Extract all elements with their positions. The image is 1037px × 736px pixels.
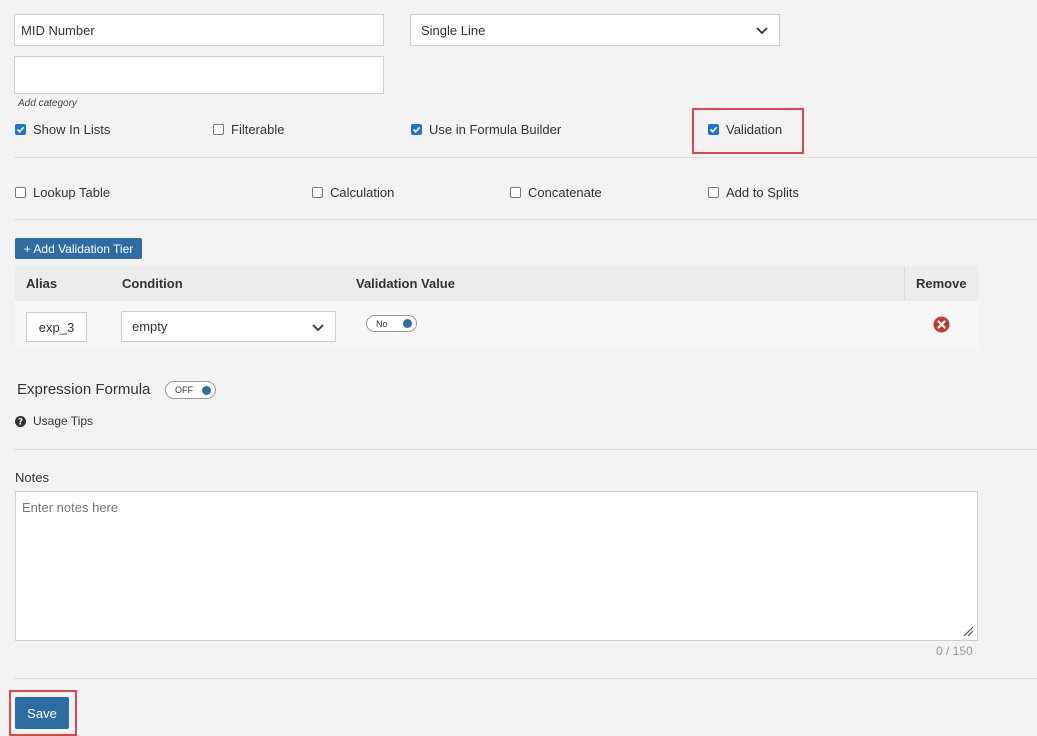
divider	[14, 449, 1037, 450]
notes-textarea[interactable]	[15, 491, 978, 641]
validation-value-toggle[interactable]: No	[366, 315, 417, 332]
calculation-checkbox[interactable]: Calculation	[312, 185, 394, 200]
validation-checkbox[interactable]: Validation	[708, 122, 782, 137]
field-type-value: Single Line	[421, 22, 486, 38]
formula-builder-checkbox[interactable]: Use in Formula Builder	[411, 122, 561, 137]
notes-counter: 0 / 150	[936, 644, 973, 658]
check-icon	[411, 124, 422, 135]
field-type-select[interactable]: Single Line	[410, 14, 780, 46]
divider	[14, 678, 1037, 679]
concatenate-label: Concatenate	[528, 185, 602, 200]
chevron-down-icon	[756, 27, 768, 35]
chevron-down-icon	[312, 323, 324, 331]
show-in-lists-checkbox[interactable]: Show In Lists	[15, 122, 110, 137]
add-to-splits-checkbox[interactable]: Add to Splits	[708, 185, 799, 200]
filterable-checkbox[interactable]: Filterable	[213, 122, 284, 137]
divider	[14, 219, 1037, 220]
show-in-lists-label: Show In Lists	[33, 122, 111, 137]
add-to-splits-label: Add to Splits	[726, 185, 799, 200]
expression-formula-toggle[interactable]: OFF	[165, 381, 216, 399]
save-button[interactable]: Save	[15, 697, 69, 729]
condition-header: Condition	[122, 276, 183, 291]
category-input[interactable]	[14, 56, 384, 94]
times-circle-icon[interactable]	[933, 316, 950, 333]
category-hint: Add category	[18, 98, 77, 109]
expression-formula-label: Expression Formula	[17, 381, 151, 398]
alias-input[interactable]	[26, 312, 87, 342]
usage-tips-link[interactable]: ? Usage Tips	[15, 414, 93, 428]
notes-label: Notes	[15, 470, 49, 485]
validation-label: Validation	[726, 122, 783, 137]
usage-tips-label: Usage Tips	[33, 414, 94, 428]
concatenate-checkbox[interactable]: Concatenate	[510, 185, 602, 200]
resize-handle-icon[interactable]	[962, 625, 974, 637]
filterable-label: Filterable	[231, 122, 285, 137]
add-validation-tier-button[interactable]: + Add Validation Tier	[15, 238, 142, 259]
formula-builder-label: Use in Formula Builder	[429, 122, 562, 137]
condition-select[interactable]: empty	[121, 311, 336, 342]
toggle-label: No	[376, 318, 388, 329]
lookup-table-checkbox[interactable]: Lookup Table	[15, 185, 110, 200]
lookup-table-label: Lookup Table	[33, 185, 111, 200]
calculation-label: Calculation	[330, 185, 395, 200]
field-name-input[interactable]	[14, 14, 384, 46]
check-icon	[708, 124, 719, 135]
toggle-label: OFF	[175, 385, 193, 395]
alias-header: Alias	[26, 276, 58, 291]
check-icon	[15, 124, 26, 135]
condition-value: empty	[132, 319, 168, 334]
svg-text:?: ?	[18, 417, 23, 426]
divider	[14, 157, 1037, 158]
validation-value-header: Validation Value	[356, 276, 455, 291]
question-circle-icon: ?	[15, 415, 26, 427]
remove-header: Remove	[916, 276, 967, 291]
